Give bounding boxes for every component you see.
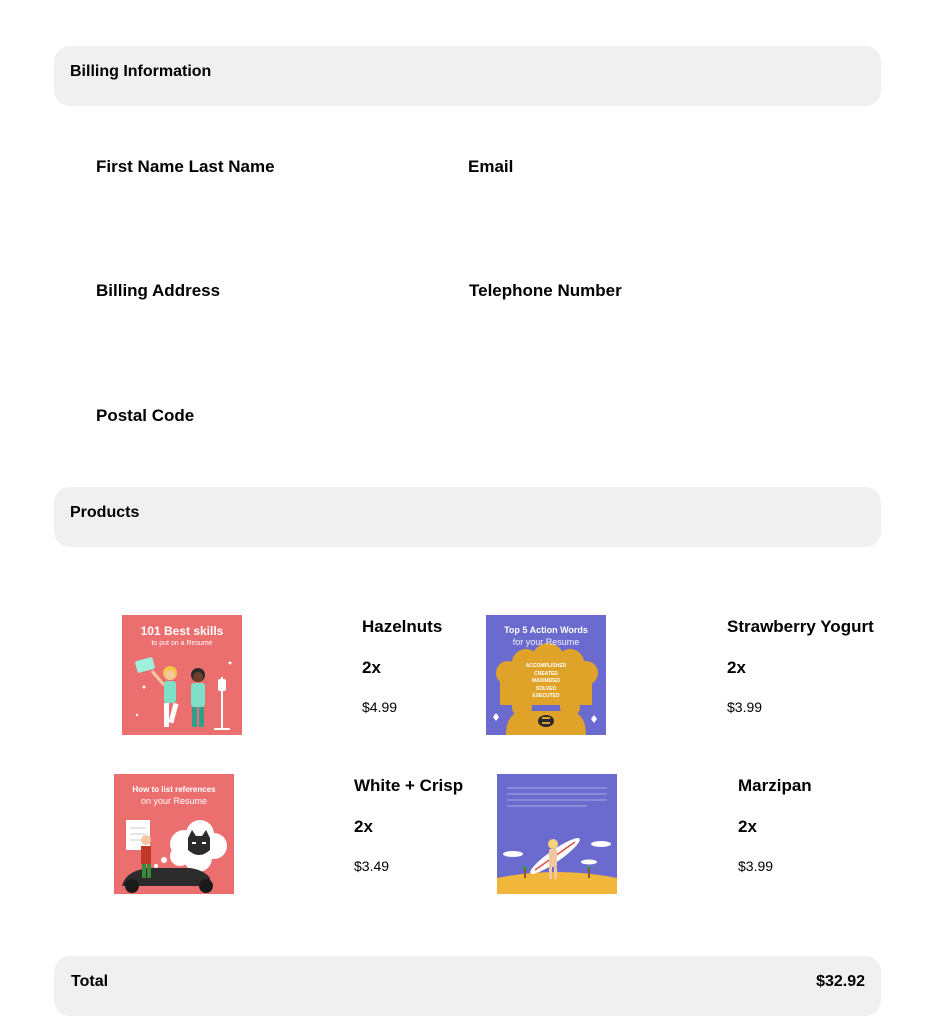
total-label: Total bbox=[71, 973, 109, 990]
product-price: $3.99 bbox=[738, 858, 774, 874]
product-price: $3.49 bbox=[354, 858, 390, 874]
email-field-label: Email bbox=[468, 157, 514, 176]
billing-title: Billing Information bbox=[70, 63, 212, 80]
postal-code-label: Postal Code bbox=[96, 406, 195, 425]
telephone-label: Telephone Number bbox=[469, 281, 622, 300]
product-image-strawberry-yogurt[interactable]: Top 5 Action Words for your Resume ACCOM… bbox=[486, 615, 606, 735]
product-image-hazelnuts[interactable]: 101 Best skills to put on a Resume bbox=[122, 615, 242, 735]
product-name: Hazelnuts bbox=[362, 617, 443, 636]
product-name: Marzipan bbox=[738, 776, 812, 795]
product-price: $4.99 bbox=[362, 699, 398, 715]
billing-address-label: Billing Address bbox=[96, 281, 221, 300]
product-image-marzipan[interactable] bbox=[497, 774, 617, 894]
product-quantity: 2x bbox=[362, 658, 381, 677]
beach-illustration bbox=[497, 787, 617, 894]
product-image-white-crisp[interactable]: How to list references on your Resume bbox=[114, 774, 234, 894]
product-name: White + Crisp bbox=[354, 776, 464, 795]
billing-header: Billing Information bbox=[54, 46, 881, 106]
total-amount: $32.92 bbox=[816, 973, 865, 990]
total-bar: Total $32.92 bbox=[54, 956, 881, 1016]
product-name: Strawberry Yogurt bbox=[727, 617, 874, 636]
product-price: $3.99 bbox=[727, 699, 763, 715]
products-header: Products bbox=[54, 487, 881, 547]
name-field-label: First Name Last Name bbox=[96, 157, 275, 176]
thumbnail-subtitle: for your Resume bbox=[512, 637, 580, 647]
people-illustration bbox=[135, 657, 232, 730]
hero-illustration bbox=[122, 820, 227, 893]
product-quantity: 2x bbox=[738, 817, 757, 836]
thumbnail-words: ACCOMPLISHED CREATED MAXIMIZED SOLVED EX… bbox=[525, 663, 567, 699]
products-title: Products bbox=[70, 504, 140, 521]
thumbnail-title: Top 5 Action Words bbox=[504, 625, 588, 635]
product-quantity: 2x bbox=[727, 658, 746, 677]
product-quantity: 2x bbox=[354, 817, 373, 836]
